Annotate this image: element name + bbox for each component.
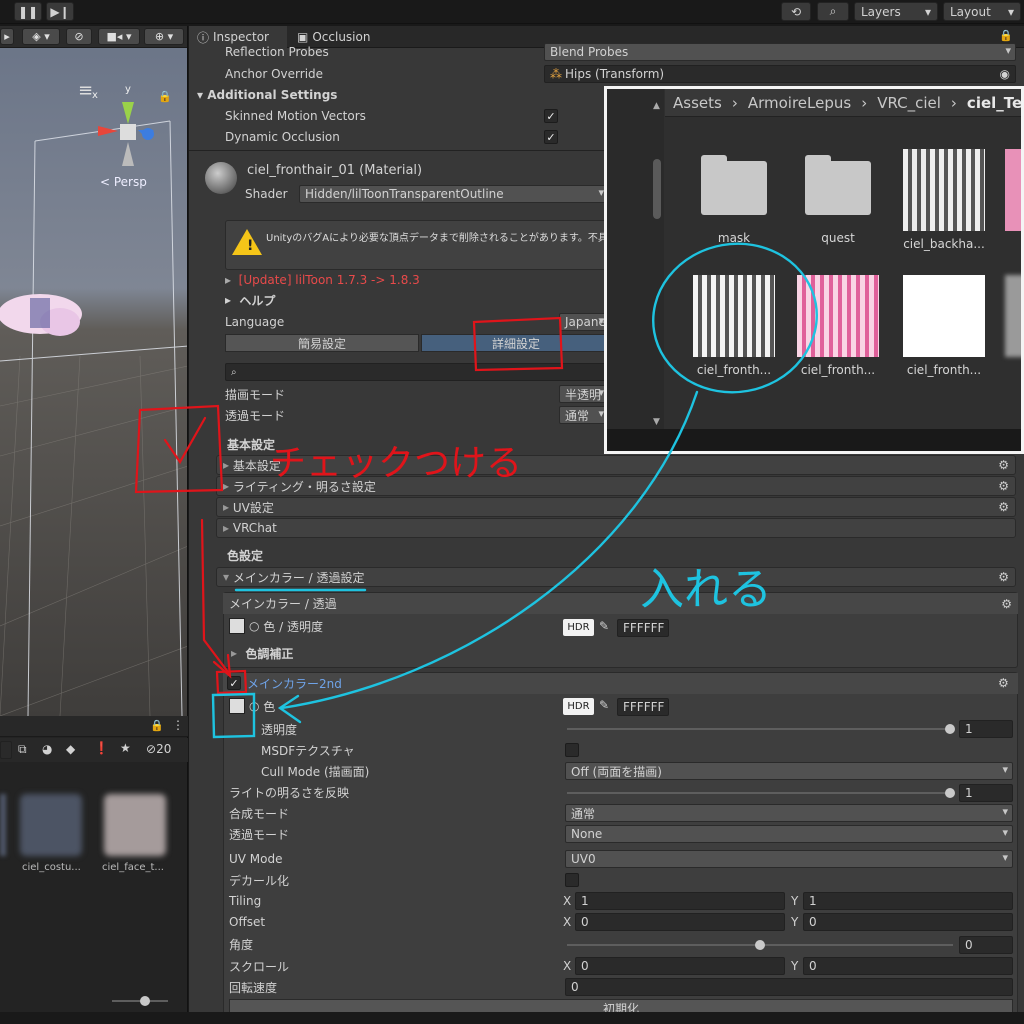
cyan-texture-circle [652,242,818,394]
red-arrow [200,518,230,674]
red-detail-box [472,316,564,372]
cyan-slot-box [211,692,256,739]
status-bar [0,1012,1024,1024]
check-annotation: チェックつける [270,443,522,484]
red-main2-box [215,669,248,695]
cyan-drag-arrow [280,390,699,710]
annotation-overlay: チェックつける 入れる [134,242,818,739]
cyan-arrow-head [277,694,302,724]
red-checkbox-box [134,404,224,494]
red-check-mark [163,416,207,465]
insert-annotation: 入れる [640,564,772,615]
